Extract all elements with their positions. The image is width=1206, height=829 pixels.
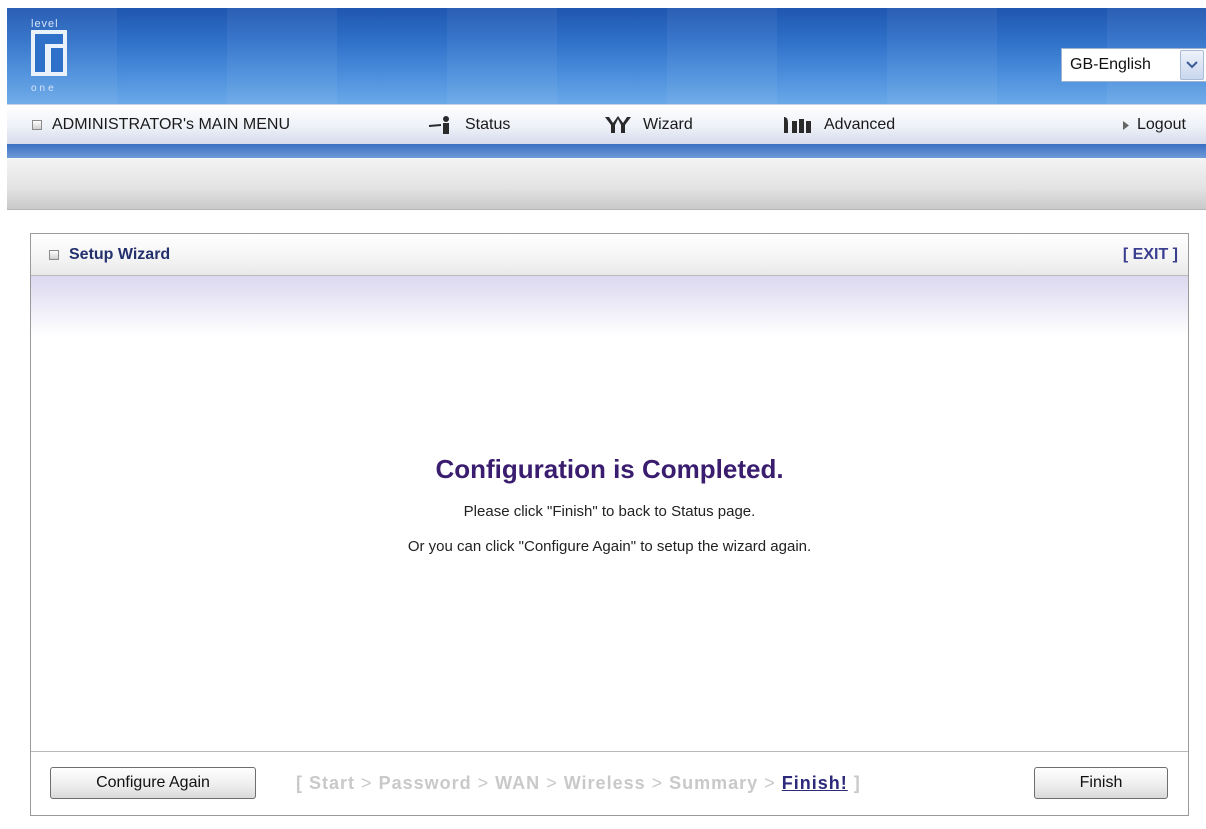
configure-again-instruction: Or you can click "Configure Again" to se… — [407, 538, 812, 555]
breadcrumb-close-bracket: ] — [853, 773, 861, 793]
admin-main-menu-label: ADMINISTRATOR's MAIN MENU — [52, 116, 291, 133]
step-wan: WAN — [495, 773, 541, 793]
menu-item-status-label: Status — [465, 116, 511, 133]
step-finish-current: Finish! — [781, 773, 848, 793]
finish-button[interactable]: Finish — [1034, 767, 1168, 799]
completion-message: Configuration is Completed. Please click… — [31, 454, 1188, 555]
caret-right-icon — [1123, 120, 1129, 130]
menu-item-wizard[interactable]: Wizard — [603, 105, 693, 145]
setup-wizard-panel: Setup Wizard [ EXIT ] Configuration is C… — [30, 233, 1189, 816]
square-bullet-icon — [49, 249, 59, 260]
step-start: Start — [309, 773, 356, 793]
step-separator: > — [764, 773, 776, 793]
configure-again-button[interactable]: Configure Again — [50, 767, 256, 799]
menu-item-advanced-label: Advanced — [824, 116, 896, 133]
language-selected-value: GB-English — [1070, 56, 1151, 73]
wizard-icon — [603, 115, 633, 135]
menu-item-wizard-label: Wizard — [643, 116, 693, 133]
step-separator: > — [361, 773, 373, 793]
finish-instruction: Please click "Finish" to back to Status … — [463, 503, 756, 520]
sub-toolbar — [7, 158, 1206, 210]
logout-label: Logout — [1137, 116, 1186, 133]
logout-link[interactable]: Logout — [1123, 105, 1186, 145]
logo-mark-icon — [31, 30, 67, 76]
step-separator: > — [651, 773, 664, 793]
panel-title: Setup Wizard — [49, 246, 170, 264]
levelone-logo: level one — [31, 18, 71, 100]
square-bullet-icon — [32, 120, 42, 130]
step-summary: Summary — [669, 773, 759, 793]
panel-title-label: Setup Wizard — [69, 245, 171, 263]
step-separator: > — [477, 773, 490, 793]
wizard-step-breadcrumb: [ Start > Password > WAN > Wireless > Su… — [296, 773, 861, 794]
step-wireless: Wireless — [563, 773, 646, 793]
header-decoration — [7, 8, 1206, 104]
menu-item-advanced[interactable]: Advanced — [782, 105, 895, 145]
main-menu-bar: ADMINISTRATOR's MAIN MENU Status Wizard — [7, 104, 1206, 144]
step-separator: > — [546, 773, 558, 793]
step-password: Password — [378, 773, 472, 793]
panel-footer: Configure Again [ Start > Password > WAN… — [31, 751, 1188, 815]
breadcrumb-open-bracket: [ — [296, 773, 303, 793]
admin-main-menu[interactable]: ADMINISTRATOR's MAIN MENU — [32, 105, 290, 145]
panel-header: Setup Wizard [ EXIT ] — [31, 234, 1188, 276]
status-person-icon — [427, 115, 455, 135]
completion-heading: Configuration is Completed. — [435, 454, 784, 484]
header-banner: level one GB-English — [7, 8, 1206, 104]
chevron-down-icon[interactable] — [1180, 50, 1204, 80]
panel-gradient-band — [31, 276, 1188, 336]
advanced-icon — [782, 115, 814, 135]
exit-link[interactable]: [ EXIT ] — [1123, 246, 1178, 264]
language-select[interactable]: GB-English — [1061, 48, 1206, 82]
menu-item-status[interactable]: Status — [427, 105, 510, 145]
menu-underline-bar — [7, 144, 1206, 158]
